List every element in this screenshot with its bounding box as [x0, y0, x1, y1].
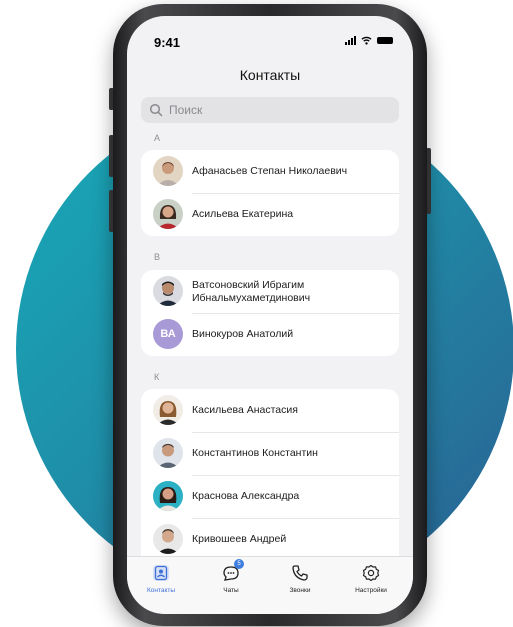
avatar	[153, 395, 183, 425]
search-bar[interactable]	[141, 97, 399, 123]
tab-contacts[interactable]: Контакты	[129, 563, 193, 594]
avatar	[153, 276, 183, 306]
tab-chats[interactable]: 5 Чаты	[199, 559, 263, 594]
avatar-initials: ВА	[153, 319, 183, 349]
phone-frame: 9:41 Контакты А	[113, 4, 427, 626]
contact-row[interactable]: Афанасьев Степан Николаевич	[141, 150, 399, 193]
avatar	[153, 199, 183, 229]
battery-icon	[377, 37, 393, 44]
tab-label: Настройки	[355, 587, 387, 594]
contact-row[interactable]: Ватсоновский Ибрагим Ибнальмухаметдинови…	[141, 270, 399, 313]
tab-bar: Контакты 5 Чаты Звонки Настройки	[127, 556, 413, 614]
search-input[interactable]	[167, 102, 391, 118]
contact-name: Константинов Константин	[192, 447, 318, 459]
tab-label: Контакты	[146, 587, 176, 594]
status-bar: 9:41	[127, 16, 413, 56]
contact-row[interactable]: Краснова Александра	[141, 475, 399, 518]
phone-icon	[290, 563, 310, 583]
section-header-k: К	[154, 372, 160, 382]
phone-screen: 9:41 Контакты А	[127, 16, 413, 614]
contact-group-v: Ватсоновский Ибрагим Ибнальмухаметдинови…	[141, 270, 399, 356]
contact-row[interactable]: ВА Винокуров Анатолий	[141, 313, 399, 356]
avatar	[153, 524, 183, 554]
wifi-icon	[361, 36, 372, 45]
contact-name: Афанасьев Степан Николаевич	[192, 165, 348, 177]
contact-row[interactable]: Асильева Екатерина	[141, 193, 399, 236]
contact-name: Касильева Анастасия	[192, 404, 298, 416]
signal-icon	[345, 36, 356, 45]
tab-label: Звонки	[289, 587, 311, 594]
contact-row[interactable]: Константинов Константин	[141, 432, 399, 475]
contact-name: Кривошеев Андрей	[192, 533, 287, 545]
avatar	[153, 481, 183, 511]
contact-name: Краснова Александра	[192, 490, 300, 502]
status-time: 9:41	[154, 35, 181, 50]
avatar	[153, 156, 183, 186]
tab-settings[interactable]: Настройки	[339, 563, 403, 594]
contact-name: Ватсоновский Ибрагим Ибнальмухаметдинови…	[192, 279, 311, 304]
section-header-v: В	[154, 252, 161, 262]
contact-group-a: Афанасьев Степан Николаевич Асильева Ека…	[141, 150, 399, 236]
status-icons	[345, 36, 393, 45]
settings-icon	[361, 563, 381, 583]
tab-calls[interactable]: Звонки	[268, 563, 332, 594]
page-title: Контакты	[239, 67, 301, 83]
unread-badge: 5	[234, 559, 244, 569]
contact-name: Асильева Екатерина	[192, 208, 294, 220]
contact-row[interactable]: Кривошеев Андрей	[141, 518, 399, 561]
search-icon	[149, 103, 163, 117]
chat-icon: 5	[221, 559, 244, 583]
contact-name: Винокуров Анатолий	[192, 328, 294, 340]
section-header-a: А	[154, 133, 161, 143]
contact-row[interactable]: Касильева Анастасия	[141, 389, 399, 432]
tab-label: Чаты	[223, 587, 239, 594]
avatar	[153, 438, 183, 468]
contacts-icon	[151, 563, 171, 583]
